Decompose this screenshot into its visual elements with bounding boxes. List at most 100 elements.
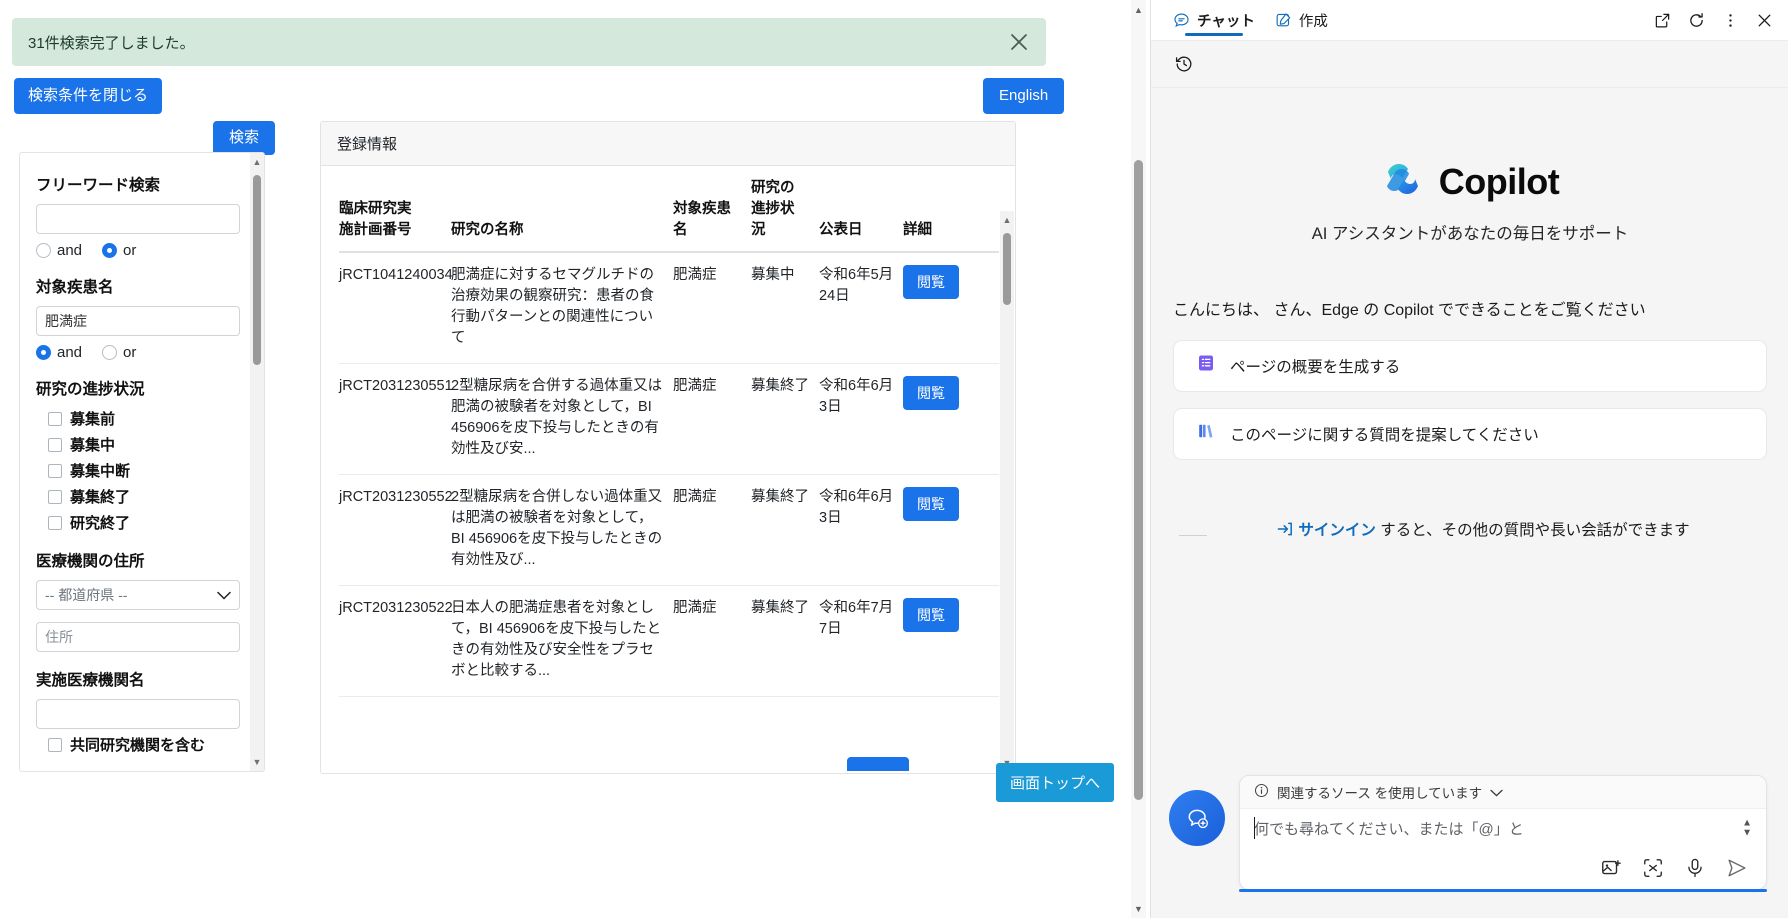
tab-compose-label: 作成: [1299, 10, 1328, 31]
suggestion-summarize-page[interactable]: ページの概要を生成する: [1173, 340, 1767, 392]
column-header-trial-number: 臨床研究実 施計画番号: [339, 166, 451, 252]
copilot-composer: 関連するソース を使用しています 何でも尋ねてください、または「@」と ▲▼: [1151, 778, 1788, 918]
progress-status-label: 研究の進捗状況: [36, 377, 236, 399]
copilot-header-actions: [1647, 0, 1779, 41]
suggestion-ask-about-page[interactable]: このページに関する質問を提案してください: [1173, 408, 1767, 460]
column-header-disease: 対象疾患名: [673, 166, 751, 252]
screenshot-icon[interactable]: [1640, 855, 1666, 881]
checkbox-icon[interactable]: [48, 738, 62, 752]
microphone-icon[interactable]: [1682, 855, 1708, 881]
disease-input[interactable]: [36, 306, 240, 336]
column-header-publish-date: 公表日: [819, 166, 903, 252]
progress-option-recruiting[interactable]: 募集中: [48, 434, 236, 455]
scroll-up-icon[interactable]: ▲: [1131, 2, 1146, 17]
column-header-status: 研究の 進捗状 況: [751, 166, 819, 252]
header-line: 況: [751, 218, 811, 239]
cell-study-name: 2型糖尿病を合併しない過体重又は肥満の被験者を対象として，BI 456906を皮…: [451, 475, 673, 586]
signin-link[interactable]: サインイン: [1298, 522, 1376, 539]
checkbox-icon[interactable]: [48, 490, 62, 504]
progress-option-before-recruiting[interactable]: 募集前: [48, 408, 236, 429]
cell-study-name: 日本人の肥満症患者を対象として，BI 456906を皮下投与したときの有効性及び…: [451, 586, 673, 697]
view-detail-button[interactable]: 閲覧: [903, 376, 959, 410]
history-icon[interactable]: [1169, 49, 1199, 79]
disease-or-radio[interactable]: [102, 345, 117, 360]
institution-address-label: 医療機関の住所: [36, 549, 236, 571]
close-icon[interactable]: [1002, 25, 1036, 59]
freeword-label: フリーワード検索: [36, 173, 236, 195]
copilot-greeting: こんにちは、 さん、Edge の Copilot でできることをご覧ください: [1173, 298, 1767, 324]
freeword-or-label: or: [123, 242, 136, 259]
page-scrollbar[interactable]: ▲ ▼: [1131, 0, 1146, 918]
expand-collapse-icon[interactable]: ▲▼: [1742, 819, 1752, 838]
new-chat-icon[interactable]: [1169, 790, 1225, 846]
institution-name-input[interactable]: [36, 699, 240, 729]
prefecture-select[interactable]: -- 都道府県 --: [36, 580, 240, 610]
copilot-branding: Copilot: [1151, 157, 1788, 206]
chat-input-row[interactable]: 何でも尋ねてください、または「@」と ▲▼: [1240, 809, 1766, 847]
chevron-down-icon[interactable]: [1490, 785, 1503, 800]
results-card-title: 登録情報: [337, 133, 397, 154]
back-to-top-button[interactable]: 画面トップへ: [996, 763, 1114, 802]
disease-and-radio[interactable]: [36, 345, 51, 360]
info-icon: [1254, 783, 1269, 801]
scroll-down-icon[interactable]: ▼: [250, 755, 264, 769]
view-detail-button-partial[interactable]: [847, 757, 909, 771]
include-joint-institution-option[interactable]: 共同研究機関を含む: [48, 734, 236, 755]
tab-chat[interactable]: チャット: [1163, 0, 1265, 41]
checkbox-icon[interactable]: [48, 412, 62, 426]
disease-and-label: and: [57, 344, 82, 361]
view-detail-button[interactable]: 閲覧: [903, 598, 959, 632]
english-language-button[interactable]: English: [983, 78, 1064, 114]
cell-trial-number: jRCT2031230522: [339, 586, 451, 697]
results-scrollbar[interactable]: ▲ ▼: [1000, 211, 1014, 772]
header-line: 施計画番号: [339, 218, 443, 239]
header-line: 詳細: [903, 218, 993, 239]
table-row: jRCT2031230551 2型糖尿病を合併する過体重又は肥満の被験者を対象と…: [339, 364, 999, 475]
view-detail-button[interactable]: 閲覧: [903, 487, 959, 521]
results-card-body: 臨床研究実 施計画番号 研究の名称 対象疾患名 研究: [321, 166, 1015, 773]
freeword-or-radio[interactable]: [102, 243, 117, 258]
refresh-icon[interactable]: [1681, 6, 1711, 36]
search-button[interactable]: 検索: [213, 121, 275, 155]
chat-input-focus-underline: [1239, 889, 1767, 892]
cell-publish-date: 令和6年6月3日: [819, 475, 903, 586]
copilot-panel: チャット 作成: [1150, 0, 1788, 918]
freeword-and-radio[interactable]: [36, 243, 51, 258]
header-line: 進捗状: [751, 197, 811, 218]
freeword-operator-group: and or: [36, 242, 236, 259]
search-panel-scrollbar[interactable]: ▲ ▼: [250, 153, 264, 771]
copilot-tab-bar: チャット 作成: [1151, 0, 1788, 41]
tab-compose[interactable]: 作成: [1265, 0, 1338, 41]
scrollbar-thumb[interactable]: [253, 175, 261, 365]
freeword-input[interactable]: [36, 204, 240, 234]
scrollbar-thumb[interactable]: [1003, 233, 1011, 305]
checkbox-icon[interactable]: [48, 438, 62, 452]
checkbox-icon[interactable]: [48, 464, 62, 478]
view-detail-button[interactable]: 閲覧: [903, 265, 959, 299]
cell-publish-date: 令和6年7月7日: [819, 586, 903, 697]
close-icon[interactable]: [1749, 6, 1779, 36]
progress-option-suspended[interactable]: 募集中断: [48, 460, 236, 481]
scroll-up-icon[interactable]: ▲: [1000, 213, 1014, 227]
progress-option-study-complete[interactable]: 研究終了: [48, 512, 236, 533]
send-icon[interactable]: [1724, 855, 1750, 881]
scroll-down-icon[interactable]: ▼: [1131, 901, 1146, 916]
signin-rest-text: すると、その他の質問や長い会話ができます: [1376, 522, 1690, 539]
toggle-search-conditions-button[interactable]: 検索条件を閉じる: [14, 78, 162, 114]
chat-input-box: 関連するソース を使用しています 何でも尋ねてください、または「@」と ▲▼: [1239, 775, 1767, 890]
checkbox-icon[interactable]: [48, 516, 62, 530]
text-caret: [1254, 817, 1255, 839]
cell-status: 募集中: [751, 252, 819, 364]
next-row-preview: [339, 757, 965, 773]
open-in-new-window-icon[interactable]: [1647, 6, 1677, 36]
add-image-icon[interactable]: [1598, 855, 1624, 881]
column-header-study-name: 研究の名称: [451, 166, 673, 252]
source-notice[interactable]: 関連するソース を使用しています: [1240, 776, 1766, 809]
address-input[interactable]: [36, 622, 240, 652]
scrollbar-thumb[interactable]: [1134, 160, 1143, 800]
progress-option-recruiting-complete[interactable]: 募集終了: [48, 486, 236, 507]
more-options-icon[interactable]: [1715, 6, 1745, 36]
cell-disease: 肥満症: [673, 475, 751, 586]
scroll-up-icon[interactable]: ▲: [250, 155, 264, 169]
cell-status: 募集終了: [751, 475, 819, 586]
